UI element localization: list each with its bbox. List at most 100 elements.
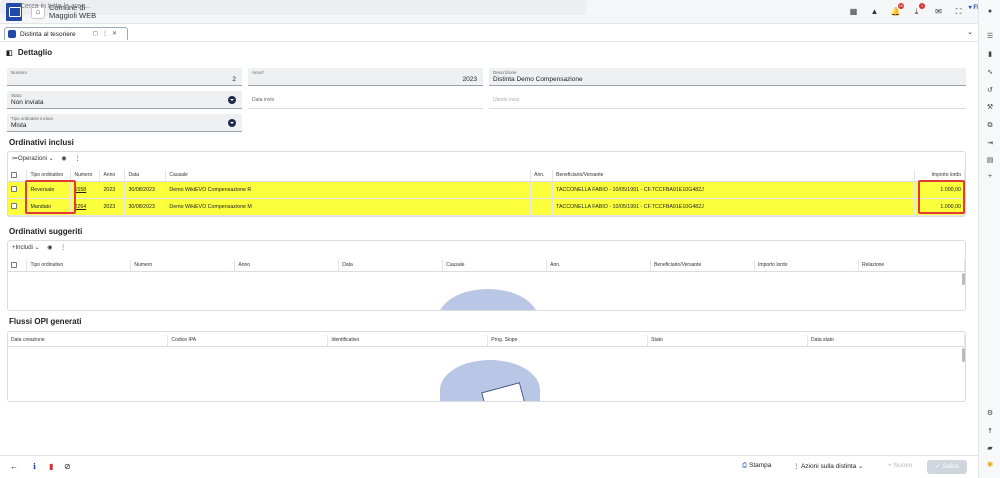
nuovo-button[interactable]: + Nuovo [888, 462, 912, 469]
anno-field[interactable]: Anno* 2023 [248, 68, 483, 86]
detail-toggle-icon[interactable]: ◧ [6, 50, 13, 57]
col-header[interactable]: Beneficiario/Versante [552, 170, 915, 182]
tab-distinta[interactable]: Distinta al tesoriere ◻⋮✕ [4, 27, 128, 40]
book-icon[interactable]: ▮ [985, 50, 995, 60]
table-row[interactable]: Mandato 2264 2023 30/08/2023 Demo WikiEV… [8, 198, 965, 216]
anno-label: Anno [252, 70, 263, 75]
col-header[interactable]: Numero [130, 260, 236, 272]
search-placeholder: Cerca in tutte le aree... [20, 3, 91, 10]
col-header[interactable]: Ann. [546, 260, 652, 272]
col-header[interactable]: Anno [234, 260, 340, 272]
operazioni-button[interactable]: ≔Operazioni ⌄ [12, 156, 54, 162]
copy-icon[interactable]: ⧉ [985, 121, 995, 131]
stato-value: Non inviata [11, 99, 44, 106]
eye-icon[interactable]: ◉ [61, 156, 66, 162]
warning-icon[interactable]: ▲ [869, 6, 880, 17]
history-icon[interactable]: ↺ [985, 86, 995, 96]
delete-icon[interactable]: ▮ [49, 462, 53, 471]
col-header[interactable]: Anno [99, 170, 126, 182]
chevron-down-icon[interactable]: ⌄ [967, 28, 973, 36]
page-title-text: Dettaglio [17, 48, 53, 57]
tab-app-icon [8, 30, 16, 38]
flussi-table: Data creazione Codice IPA Identificativo… [8, 335, 965, 347]
stampa-button[interactable]: ⎙ Stampa [742, 462, 771, 470]
col-header[interactable]: Data [338, 260, 444, 272]
table-header-row: Tipo ordinativo Numero Anno Data Causale… [8, 260, 965, 272]
col-header[interactable]: Stato [647, 335, 809, 347]
col-header[interactable]: Relazione [858, 260, 965, 272]
eye-icon[interactable]: ◉ [47, 245, 52, 251]
table-header-row: Tipo ordinativo Numero Anno Data Causale… [8, 170, 965, 182]
fullscreen-icon[interactable]: ⛶ [953, 6, 964, 17]
col-header[interactable]: Causale [442, 260, 548, 272]
list-icon[interactable]: ☰ [985, 32, 995, 42]
document-icon[interactable]: ▤ [985, 156, 995, 166]
bell-icon[interactable]: 🔔 10 [890, 3, 904, 17]
accessibility-icon[interactable]: ☨ [985, 427, 995, 437]
export-icon[interactable]: ⇥ [985, 139, 995, 149]
user-icon[interactable]: ● [985, 7, 995, 17]
add-icon[interactable]: + [985, 172, 995, 182]
col-header[interactable]: Data creazione [8, 335, 169, 347]
col-header[interactable]: Importo lordo [754, 260, 859, 272]
data-invio-field: Data invio [248, 91, 483, 109]
cell-ann [530, 181, 554, 199]
select-all-checkbox[interactable] [8, 260, 28, 272]
scrollbar[interactable] [962, 273, 965, 285]
tools-icon[interactable]: ⚒ [985, 103, 995, 113]
tab-bar: Distinta al tesoriere ◻⋮✕ ⌄ [0, 25, 978, 42]
inclusi-title: Ordinativi inclusi [9, 138, 74, 147]
mail-icon[interactable]: ✉ [933, 6, 944, 17]
flussi-title: Flussi OPI generati [9, 317, 82, 326]
chart-icon[interactable]: ∿ [985, 68, 995, 78]
bottom-bar: ← ℹ ▮ ⊘ ⎙ Stampa ⋮ Azioni sulla distinta… [0, 455, 978, 478]
col-header[interactable]: Causale [165, 170, 532, 182]
col-header[interactable]: Numero [70, 170, 101, 182]
back-arrow-icon[interactable]: ← [10, 462, 18, 471]
col-header[interactable]: Tipo ordinativo [26, 260, 132, 272]
col-header[interactable]: Data [124, 170, 167, 182]
cell-ann [530, 198, 554, 216]
chat-icon[interactable]: ▰ [985, 444, 995, 454]
settings-icon[interactable]: ⚙ [985, 409, 995, 419]
includi-button[interactable]: +Includi ⌄ [12, 245, 40, 251]
col-header[interactable]: Codice IPA [167, 335, 329, 347]
table-row[interactable]: Reversale 1558 2023 30/08/2023 Demo Wiki… [8, 181, 965, 199]
cell-anno: 2023 [99, 198, 126, 216]
dropdown-icon[interactable] [228, 96, 236, 104]
numero-field[interactable]: Numero 2 [7, 68, 242, 86]
descrizione-value: Distinta Demo Compensazione [493, 76, 583, 83]
more-icon[interactable]: ⋮ [60, 245, 66, 251]
col-header[interactable]: Data stato [807, 335, 965, 347]
download-icon[interactable]: ⤓ 1 [911, 3, 925, 17]
attachment-icon[interactable]: ⊘ [64, 462, 71, 471]
top-bar: ⌂ Comune di Maggioli WEB ⌕ Cerca in tutt… [0, 0, 1000, 24]
inclusi-panel: ≔Operazioni ⌄ ◉ ⋮ Tipo ordinativo Numero… [7, 151, 966, 217]
includi-label: Includi [15, 245, 33, 251]
scrollbar[interactable] [962, 348, 965, 362]
flussi-panel: Data creazione Codice IPA Identificativo… [7, 331, 966, 402]
utente-invio-field: Utente invio [489, 91, 966, 109]
tipo-ordinativi-field[interactable]: Tipo ordinativi inclusi Mista [7, 114, 242, 132]
azioni-button[interactable]: ⋮ Azioni sulla distinta ⌄ [793, 462, 864, 470]
col-header[interactable]: Ann. [530, 170, 554, 182]
apps-grid-icon[interactable]: ▦ [848, 6, 859, 17]
help-icon[interactable]: ◉ [985, 460, 995, 470]
cell-anno: 2023 [99, 181, 126, 199]
more-icon[interactable]: ⋮ [74, 156, 80, 162]
col-header[interactable]: Identificativo [327, 335, 489, 347]
salva-button[interactable]: ✓ Salva [927, 460, 967, 474]
descrizione-field[interactable]: Descrizione Distinta Demo Compensazione [489, 68, 966, 86]
dropdown-icon[interactable] [228, 119, 236, 127]
anno-label-wrap: Anno* [252, 70, 264, 75]
cell-beneficiario: TACCONELLA FABIO - 10/05/1991 - CF.TCCFB… [552, 198, 915, 216]
col-header[interactable]: Prog. Siope [487, 335, 649, 347]
suggeriti-panel: +Includi ⌄ ◉ ⋮ Tipo ordinativo Numero An… [7, 240, 966, 311]
nuovo-label: Nuovo [893, 462, 913, 469]
info-icon[interactable]: ℹ [33, 462, 36, 471]
select-all-checkbox[interactable] [8, 170, 28, 182]
suggeriti-table: Tipo ordinativo Numero Anno Data Causale… [8, 260, 965, 272]
stato-field[interactable]: Stato Non inviata [7, 91, 242, 109]
tab-actions-icon[interactable]: ◻⋮✕ [93, 30, 121, 37]
col-header[interactable]: Beneficiario/Versante [650, 260, 756, 272]
